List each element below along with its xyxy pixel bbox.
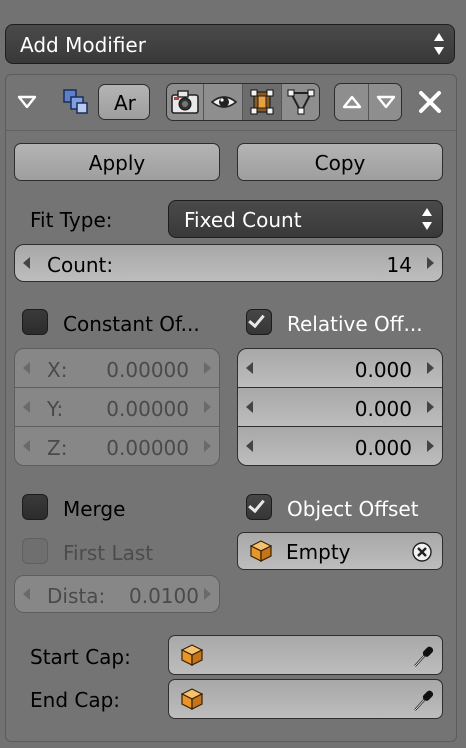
constant-offset-y-field[interactable]: Y: 0.00000: [14, 387, 220, 427]
constant-offset-x-field[interactable]: X: 0.00000: [14, 348, 220, 388]
relative-offset-checkbox[interactable]: [246, 309, 272, 335]
first-last-label: First Last: [63, 541, 154, 565]
object-offset-label: Object Offset: [287, 497, 419, 521]
eye-icon: [210, 96, 238, 108]
decrement-arrow-icon[interactable]: [246, 362, 253, 374]
constant-x-label: X:: [47, 358, 68, 382]
constant-z-label: Z:: [47, 436, 68, 460]
decrement-arrow-icon[interactable]: [23, 401, 30, 413]
decrement-arrow-icon[interactable]: [246, 440, 253, 452]
checkmark-icon: [248, 495, 265, 514]
constant-offset-checkbox[interactable]: [22, 309, 48, 335]
offset-object-field[interactable]: Empty: [237, 532, 443, 570]
checkmark-icon: [248, 310, 265, 329]
first-last-checkbox[interactable]: [22, 538, 48, 564]
visibility-toggle-group: [166, 83, 320, 121]
editmode-toggle[interactable]: [243, 84, 282, 120]
move-up-down-group: [334, 83, 402, 121]
editmode-vertex-icon: [250, 89, 274, 115]
relative-y-value: 0.000: [354, 397, 412, 421]
copy-button[interactable]: Copy: [237, 143, 443, 181]
apply-label: Apply: [88, 151, 146, 175]
add-modifier-dropdown[interactable]: Add Modifier: [5, 24, 455, 64]
merge-checkbox[interactable]: [22, 494, 48, 520]
increment-arrow-icon[interactable]: [204, 440, 211, 452]
increment-arrow-icon[interactable]: [204, 401, 211, 413]
viewport-toggle[interactable]: [204, 84, 243, 120]
arrow-down-icon: [376, 95, 396, 109]
relative-offset-y-field[interactable]: 0.000: [237, 387, 443, 427]
eyedropper-icon[interactable]: [412, 687, 436, 713]
count-label: Count:: [47, 253, 114, 277]
move-down-button[interactable]: [369, 84, 401, 120]
start-cap-field[interactable]: [168, 635, 443, 675]
object-offset-checkbox[interactable]: [246, 494, 272, 520]
modifier-name-field[interactable]: Ar: [98, 84, 150, 120]
fit-type-value: Fixed Count: [184, 208, 302, 232]
increment-arrow-icon[interactable]: [427, 257, 434, 269]
relative-offset-label: Relative Off...: [287, 312, 423, 336]
merge-label: Merge: [63, 497, 126, 521]
add-modifier-label: Add Modifier: [20, 33, 146, 57]
count-value: 14: [386, 253, 412, 277]
render-toggle[interactable]: [167, 84, 204, 120]
decrement-arrow-icon[interactable]: [23, 440, 30, 452]
increment-arrow-icon[interactable]: [427, 362, 434, 374]
constant-offset-z-field[interactable]: Z: 0.00000: [14, 426, 220, 466]
increment-arrow-icon[interactable]: [204, 588, 211, 600]
constant-y-label: Y:: [47, 397, 64, 421]
constant-x-value: 0.00000: [106, 358, 189, 382]
move-up-button[interactable]: [335, 84, 369, 120]
relative-offset-z-field[interactable]: 0.000: [237, 426, 443, 466]
merge-distance-field[interactable]: Dista: 0.0100: [14, 575, 220, 613]
distance-value: 0.0100: [129, 584, 199, 608]
dropdown-arrows-icon: [422, 208, 432, 230]
eyedropper-icon[interactable]: [412, 643, 436, 669]
modifier-name: Ar: [114, 91, 136, 115]
array-modifier-icon: [63, 89, 88, 114]
constant-offset-label: Constant Of...: [63, 312, 200, 336]
dropdown-arrows-icon: [434, 33, 444, 55]
relative-z-value: 0.000: [354, 436, 412, 460]
decrement-arrow-icon[interactable]: [23, 362, 30, 374]
end-cap-label: End Cap:: [30, 688, 121, 712]
collapse-triangle-icon[interactable]: [17, 94, 37, 110]
arrow-up-icon: [342, 95, 362, 109]
constant-z-value: 0.00000: [106, 436, 189, 460]
increment-arrow-icon[interactable]: [427, 401, 434, 413]
count-field[interactable]: Count: 14: [14, 244, 443, 282]
offset-object-value: Empty: [286, 540, 351, 564]
object-cube-icon: [181, 644, 203, 666]
relative-offset-x-field[interactable]: 0.000: [237, 348, 443, 388]
cage-toggle[interactable]: [282, 84, 319, 120]
apply-button[interactable]: Apply: [14, 143, 220, 181]
object-cube-icon: [250, 540, 272, 562]
relative-x-value: 0.000: [354, 358, 412, 382]
fit-type-label: Fit Type:: [30, 208, 113, 232]
fit-type-dropdown[interactable]: Fixed Count: [168, 200, 443, 238]
render-camera-icon: [171, 90, 199, 114]
decrement-arrow-icon[interactable]: [23, 588, 30, 600]
object-cube-icon: [181, 688, 203, 710]
increment-arrow-icon[interactable]: [427, 440, 434, 452]
copy-label: Copy: [314, 151, 366, 175]
clear-field-icon[interactable]: [412, 542, 432, 562]
increment-arrow-icon[interactable]: [204, 362, 211, 374]
constant-y-value: 0.00000: [106, 397, 189, 421]
start-cap-label: Start Cap:: [30, 645, 131, 669]
cage-triangle-icon: [287, 89, 315, 115]
decrement-arrow-icon[interactable]: [23, 257, 30, 269]
decrement-arrow-icon[interactable]: [246, 401, 253, 413]
distance-label: Dista:: [47, 584, 106, 608]
close-icon[interactable]: [418, 90, 442, 114]
end-cap-field[interactable]: [168, 679, 443, 719]
